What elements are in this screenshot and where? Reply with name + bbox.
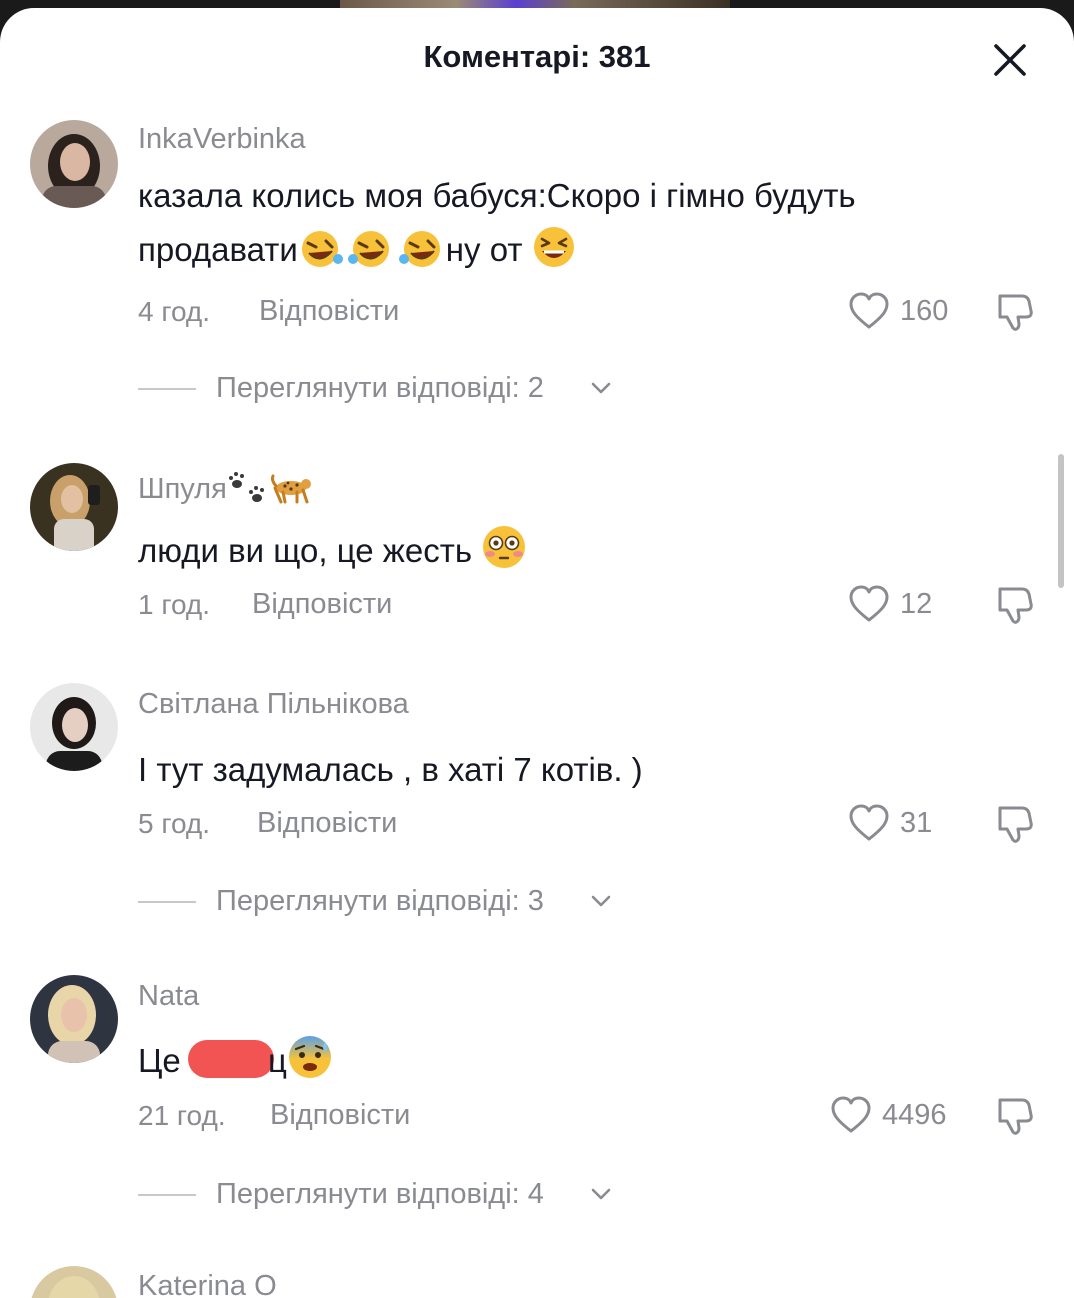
heart-outline-icon [849, 585, 889, 622]
comment-text-line: І тут задумалась , в хаті 7 котів. ) [138, 751, 643, 788]
replies-divider [138, 388, 196, 390]
chevron-down-icon [591, 382, 611, 394]
close-icon [994, 44, 1026, 76]
rolling-on-floor-laughing-emoji [398, 231, 440, 267]
comments-sheet: Коментарі: 381 InkaVerbinka казала колис… [0, 8, 1074, 1298]
dislike-button[interactable] [992, 583, 1036, 632]
reply-button[interactable]: Відповісти [252, 588, 392, 621]
comment-username: Шпуля [138, 470, 313, 506]
avatar[interactable] [30, 683, 118, 771]
comment-username[interactable]: Katerina O [138, 1270, 277, 1298]
heart-outline-icon [849, 292, 889, 329]
paw-prints-emoji [228, 472, 264, 502]
comment-text: казала колись моя бабуся:Скоро і гімно б… [138, 169, 998, 277]
like-count: 12 [900, 588, 933, 620]
rolling-on-floor-laughing-emoji [301, 231, 343, 267]
like-button[interactable] [830, 1096, 872, 1139]
comment-text: Це ц [138, 1034, 998, 1088]
comments-header: Коментарі: 381 [0, 8, 1074, 108]
thumbs-down-outline-icon [998, 1098, 1033, 1135]
reply-button[interactable]: Відповісти [257, 807, 397, 840]
thumbs-down-outline-icon [998, 294, 1033, 331]
scrollbar[interactable] [1058, 454, 1064, 588]
comment-text-line: казала колись моя бабуся:Скоро і гімно б… [138, 177, 856, 214]
thumbs-down-outline-icon [998, 806, 1033, 843]
comment-username[interactable]: Світлана Пільнікова [138, 688, 409, 721]
redaction-mark [187, 1040, 274, 1078]
view-replies-button[interactable]: Переглянути відповіді: 4 [138, 1178, 618, 1210]
comment-time: 5 год. [138, 808, 211, 839]
replies-divider [138, 1194, 196, 1196]
chevron-down-icon [591, 895, 611, 907]
comment-time: 1 год. [138, 589, 211, 620]
comment-text-line: люди ви що, це жесть [138, 532, 473, 569]
close-button[interactable] [990, 40, 1030, 80]
reply-button[interactable]: Відповісти [259, 295, 399, 328]
view-replies-label: Переглянути відповіді: 4 [216, 1178, 544, 1210]
grinning-squinting-emoji [533, 227, 574, 267]
flushed-face-emoji [483, 526, 526, 568]
view-replies-label: Переглянути відповіді: 3 [216, 885, 544, 917]
rolling-on-floor-laughing-emoji [347, 231, 389, 267]
comment-text: люди ви що, це жесть [138, 524, 998, 578]
comment-username[interactable]: Nata [138, 980, 199, 1013]
comment-text-line: ну от [445, 231, 523, 268]
avatar[interactable] [30, 1266, 118, 1298]
comment-time: 4 год. [138, 296, 211, 327]
anxious-sweat-emoji [288, 1036, 331, 1078]
replies-divider [138, 901, 196, 903]
like-count: 4496 [882, 1099, 947, 1131]
like-button[interactable] [848, 804, 890, 847]
chevron-down-icon [591, 1188, 611, 1200]
like-button[interactable] [848, 292, 890, 335]
comment-text-line: Це [138, 1042, 181, 1079]
heart-outline-icon [849, 804, 889, 841]
reply-button[interactable]: Відповісти [270, 1099, 410, 1132]
dislike-button[interactable] [992, 290, 1036, 339]
thumbs-down-outline-icon [998, 587, 1033, 624]
dislike-button[interactable] [992, 1094, 1036, 1143]
comment-time: 21 год. [138, 1100, 226, 1131]
comment-username[interactable]: InkaVerbinka [138, 123, 306, 156]
heart-outline-icon [831, 1096, 871, 1133]
view-replies-label: Переглянути відповіді: 2 [216, 372, 544, 404]
avatar[interactable] [30, 463, 118, 551]
avatar[interactable] [30, 120, 118, 208]
comment-username-text[interactable]: Шпуля [138, 473, 227, 505]
like-button[interactable] [848, 585, 890, 628]
like-count: 31 [900, 807, 933, 839]
comment-text-line: продавати [138, 231, 298, 268]
view-replies-button[interactable]: Переглянути відповіді: 2 [138, 372, 618, 404]
comment-text-line: ц [267, 1042, 287, 1079]
comments-title: Коментарі: 381 [423, 39, 651, 74]
avatar[interactable] [30, 975, 118, 1063]
like-count: 160 [900, 295, 949, 327]
view-replies-button[interactable]: Переглянути відповіді: 3 [138, 885, 618, 917]
comment-text: І тут задумалась , в хаті 7 котів. ) [138, 743, 998, 797]
leopard-emoji [270, 474, 311, 504]
dislike-button[interactable] [992, 802, 1036, 851]
